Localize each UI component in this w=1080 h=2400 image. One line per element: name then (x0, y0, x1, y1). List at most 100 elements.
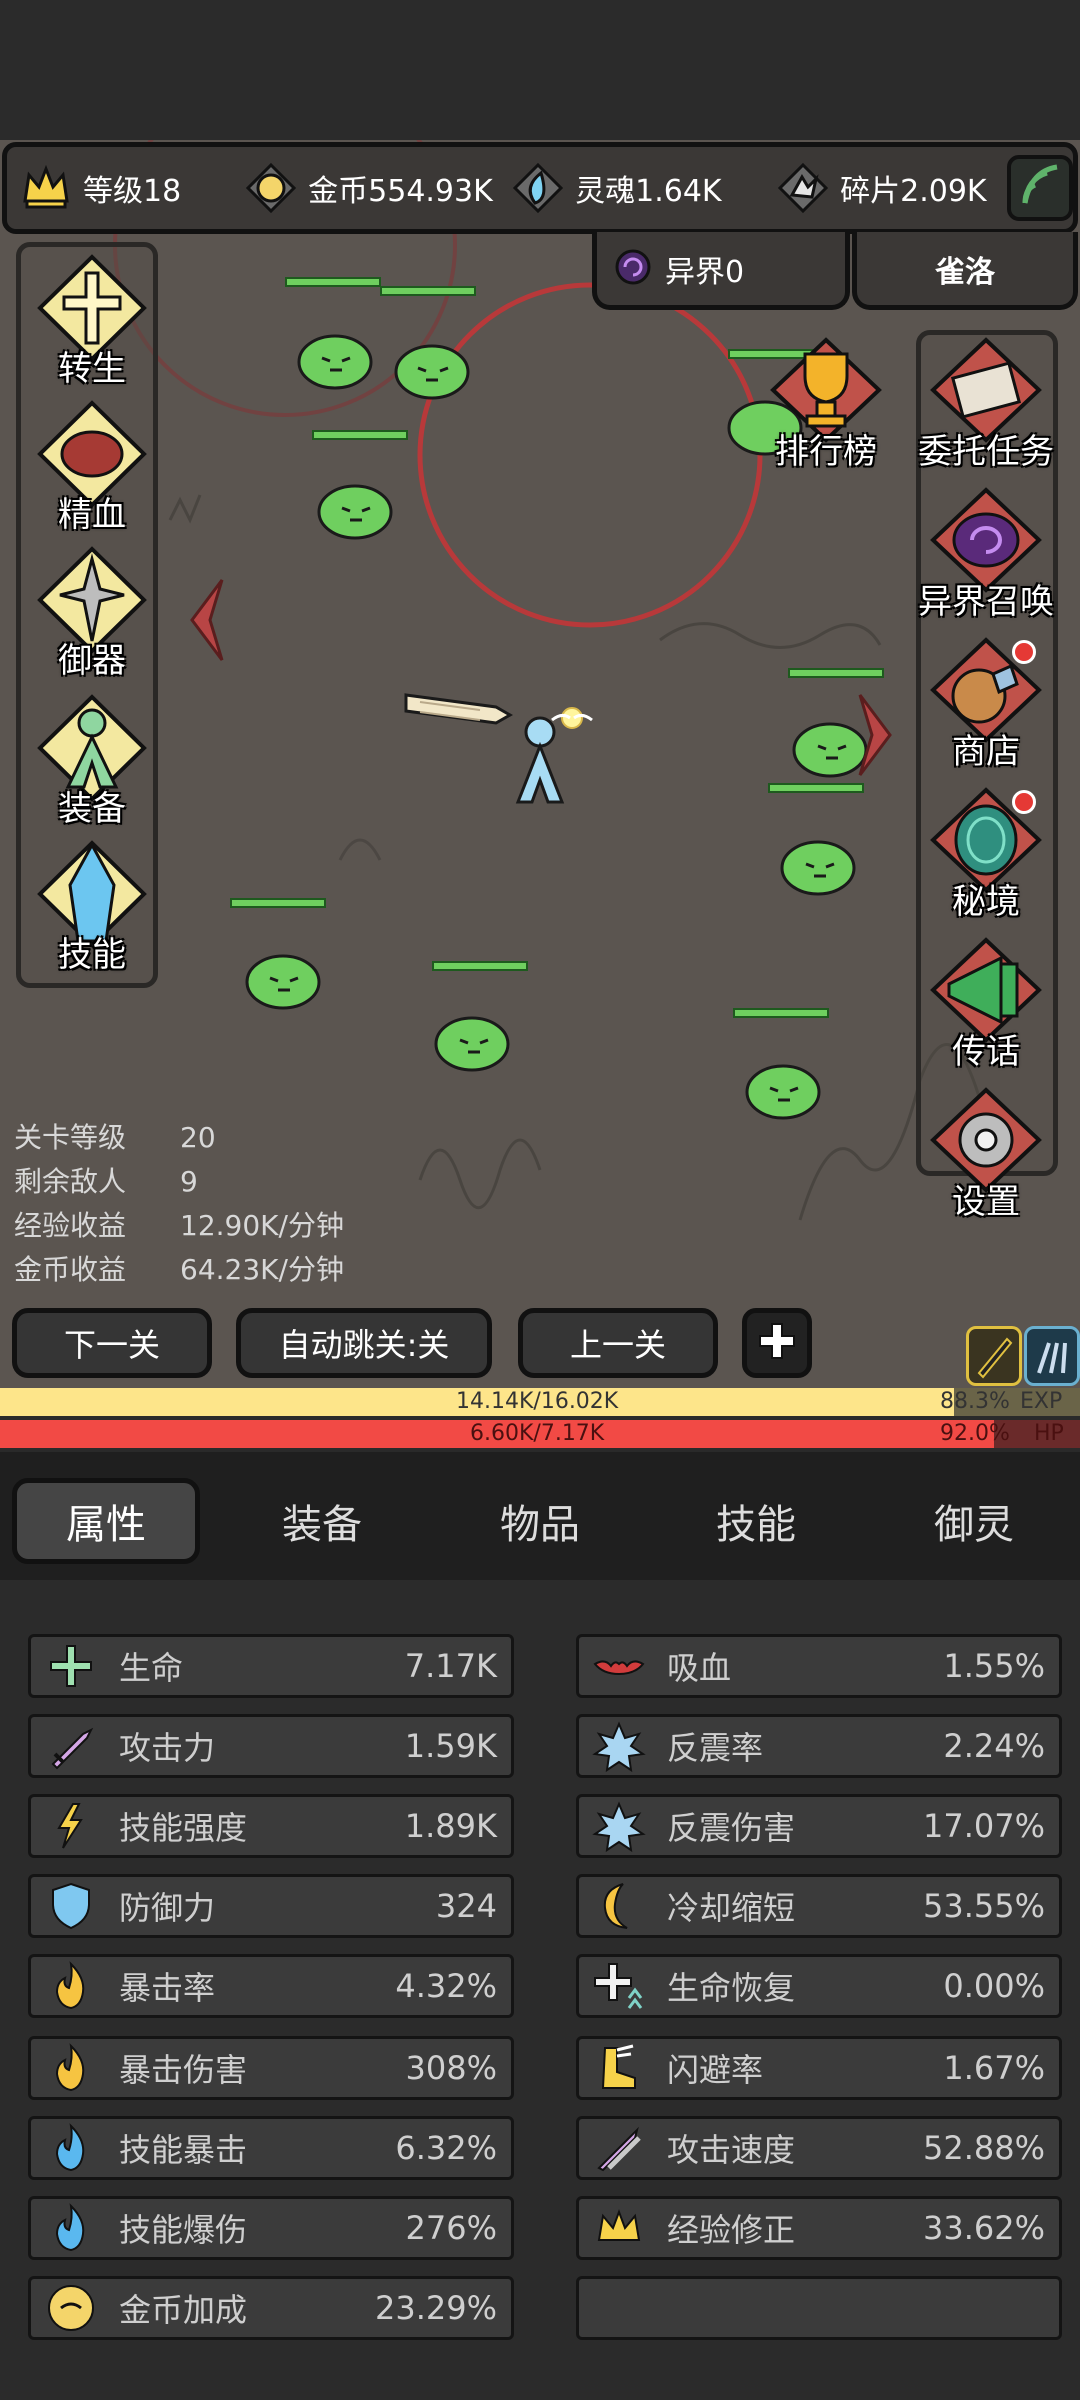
stat-hp: 生命 7.17K (28, 1634, 514, 1698)
blade-icon (977, 1337, 1013, 1379)
hp-bar: 6.60K/7.17K 92.0% HP (0, 1420, 1080, 1448)
fire-icon (39, 1957, 103, 2015)
hp-value: 6.60K/7.17K (470, 1421, 605, 1446)
claw-icon (1037, 1342, 1067, 1374)
stat-skill-crit: 技能暴击 6.32% (28, 2116, 514, 2180)
fire-icon (39, 2039, 103, 2097)
stat-skill-power: 技能强度 1.89K (28, 1794, 514, 1858)
tab-attributes[interactable]: 属性 (12, 1478, 200, 1564)
broadcast-button[interactable]: 传话 (896, 934, 1076, 1084)
rebirth-button[interactable]: 转生 (21, 253, 163, 403)
essence-blood-button[interactable]: 精血 (21, 399, 163, 549)
thorn-icon (587, 1717, 651, 1775)
shard-icon (774, 159, 832, 217)
stats-panel: 生命 7.17K 攻击力 1.59K 技能强度 1.89K 防御力 324 暴击… (0, 1580, 1080, 2400)
level-text: 等级18 (83, 174, 182, 209)
stage-info: 关卡等级 20 剩余敌人 9 经验收益 12.90K/分钟 金币收益 64.23K/分钟 (14, 1116, 344, 1292)
gold-rate-row: 金币收益 64.23K/分钟 (14, 1253, 344, 1286)
artifact-button[interactable]: 御器 (21, 545, 163, 695)
top-band (0, 0, 1080, 140)
lightning-icon (39, 1797, 103, 1855)
item-slot-2[interactable] (1024, 1326, 1080, 1386)
tab-equipment[interactable]: 装备 (228, 1478, 416, 1564)
exp-percent: 88.3% (940, 1389, 1010, 1414)
soul-icon (509, 159, 567, 217)
resource-bar: 等级18 金币554.93K 灵魂1.64K 碎片2.09K (2, 142, 1078, 234)
moon-icon (587, 1877, 651, 1935)
stat-attack-speed: 攻击速度 52.88% (576, 2116, 1062, 2180)
player-name-tab[interactable]: 雀洛 (852, 232, 1078, 310)
stat-empty-slot (576, 2276, 1062, 2340)
next-stage-button[interactable]: 下一关 (12, 1308, 212, 1378)
hp-label: HP (1034, 1421, 1064, 1446)
stat-cooldown-reduction: 冷却缩短 53.55% (576, 1874, 1062, 1938)
blue-fire-icon (39, 2199, 103, 2257)
crown-icon (587, 2199, 651, 2257)
blue-fire-icon (39, 2119, 103, 2177)
stat-skill-crit-damage: 技能爆伤 276% (28, 2196, 514, 2260)
stat-attack: 攻击力 1.59K (28, 1714, 514, 1778)
boot-icon (587, 2039, 651, 2097)
level-display: 等级18 (17, 147, 242, 229)
add-button[interactable] (742, 1308, 812, 1378)
tab-spirits[interactable]: 御灵 (880, 1478, 1068, 1564)
stat-crit-rate: 暴击率 4.32% (28, 1954, 514, 2018)
tab-items[interactable]: 物品 (446, 1478, 634, 1564)
soul-display: 灵魂1.64K (509, 147, 774, 229)
prev-arrow-icon (190, 579, 224, 661)
skills-button[interactable]: 技能 (21, 839, 163, 989)
stat-lifesteal: 吸血 1.55% (576, 1634, 1062, 1698)
stat-hp-regen: 生命恢复 0.00% (576, 1954, 1062, 2018)
exp-rate-row: 经验收益 12.90K/分钟 (14, 1209, 344, 1242)
otherworld-text: 异界0 (665, 254, 745, 290)
stat-dodge-rate: 闪避率 1.67% (576, 2036, 1062, 2100)
gold-display: 金币554.93K (242, 147, 509, 229)
regen-icon (587, 1957, 651, 2015)
exp-bar: 14.14K/16.02K 88.3% EXP (0, 1388, 1080, 1416)
stage-level-row: 关卡等级 20 (14, 1121, 216, 1154)
notification-dot (1012, 640, 1036, 664)
crown-icon (17, 159, 75, 217)
slime-enemy (768, 783, 864, 896)
exp-value: 14.14K/16.02K (456, 1389, 619, 1414)
stat-reflect-damage: 反震伤害 17.07% (576, 1794, 1062, 1858)
auto-skip-toggle[interactable]: 自动跳关:关 (236, 1308, 492, 1378)
stat-exp-modifier: 经验修正 33.62% (576, 2196, 1062, 2260)
connection-button[interactable] (1007, 155, 1074, 221)
item-slot-1[interactable] (966, 1326, 1022, 1386)
bat-icon (587, 1637, 651, 1695)
stat-reflect-rate: 反震率 2.24% (576, 1714, 1062, 1778)
slime-enemy (312, 430, 408, 540)
stat-defense: 防御力 324 (28, 1874, 514, 1938)
sword-icon (39, 1717, 103, 1775)
shop-button[interactable]: 商店 (896, 634, 1076, 784)
shard-display: 碎片2.09K (774, 147, 1003, 229)
enemies-left-row: 剩余敌人 9 (14, 1165, 198, 1198)
slime-enemy (285, 277, 381, 390)
soul-text: 灵魂1.64K (575, 174, 722, 209)
otherworld-display[interactable]: 异界0 (592, 232, 850, 310)
signal-icon (1017, 163, 1063, 213)
exp-label: EXP (1020, 1389, 1063, 1414)
tab-skills[interactable]: 技能 (662, 1478, 850, 1564)
stat-crit-damage: 暴击伤害 308% (28, 2036, 514, 2100)
heal-cross-icon (39, 1637, 103, 1695)
equipment-button[interactable]: 装备 (21, 693, 163, 843)
otherworld-summon-button[interactable]: 异界召唤 (896, 484, 1076, 634)
swords-icon (587, 2119, 651, 2177)
prev-stage-button[interactable]: 上一关 (518, 1308, 718, 1378)
commission-tasks-button[interactable]: 委托任务 (896, 334, 1076, 484)
flying-sword (404, 693, 514, 725)
tab-bar: 属性 装备 物品 技能 御灵 (0, 1452, 1080, 1580)
settings-button[interactable]: 设置 (896, 1084, 1076, 1234)
slime-enemy (432, 961, 528, 1072)
gold-text: 金币554.93K (308, 174, 493, 209)
secret-realm-button[interactable]: 秘境 (896, 784, 1076, 934)
plus-icon (754, 1318, 800, 1368)
hp-percent: 92.0% (940, 1421, 1010, 1446)
next-arrow-icon (858, 694, 892, 776)
slime-enemy (733, 1008, 829, 1120)
leaderboard-button[interactable]: 排行榜 (736, 334, 916, 484)
notification-dot (1012, 790, 1036, 814)
coin-icon (39, 2279, 103, 2337)
